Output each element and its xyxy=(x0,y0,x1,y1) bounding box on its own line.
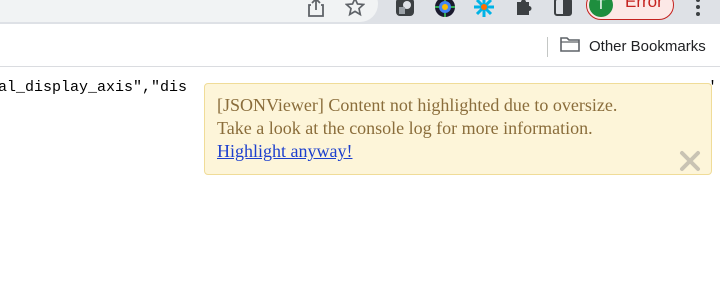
close-icon[interactable] xyxy=(679,150,701,172)
highlight-anyway-link[interactable]: Highlight anyway! xyxy=(217,140,352,163)
menu-icon[interactable] xyxy=(687,0,709,18)
share-icon[interactable] xyxy=(305,0,327,18)
jsonviewer-warning-banner: [JSONViewer] Content not highlighted due… xyxy=(204,83,712,175)
folder-icon xyxy=(560,36,580,57)
profile-status-label: Error xyxy=(625,0,663,11)
extension-icon-2[interactable] xyxy=(434,0,456,18)
extension-icon-3[interactable] xyxy=(473,0,495,18)
puzzle-icon[interactable] xyxy=(513,0,535,18)
profile-button[interactable]: T Error xyxy=(586,0,674,20)
banner-message-line2: Take a look at the console log for more … xyxy=(217,118,593,138)
bookmarks-divider xyxy=(547,37,548,57)
browser-toolbar: T Error xyxy=(0,0,720,24)
banner-message-line1: [JSONViewer] Content not highlighted due… xyxy=(217,95,618,115)
other-bookmarks-label: Other Bookmarks xyxy=(589,37,706,55)
side-panel-icon[interactable] xyxy=(552,0,574,18)
avatar: T xyxy=(589,0,613,17)
star-icon[interactable] xyxy=(344,0,366,18)
extension-icon-1[interactable] xyxy=(394,0,416,18)
other-bookmarks-button[interactable]: Other Bookmarks xyxy=(560,35,706,57)
bookmarks-bar: Other Bookmarks xyxy=(0,24,720,67)
json-content-text: al_display_axis","dis xyxy=(0,79,188,96)
